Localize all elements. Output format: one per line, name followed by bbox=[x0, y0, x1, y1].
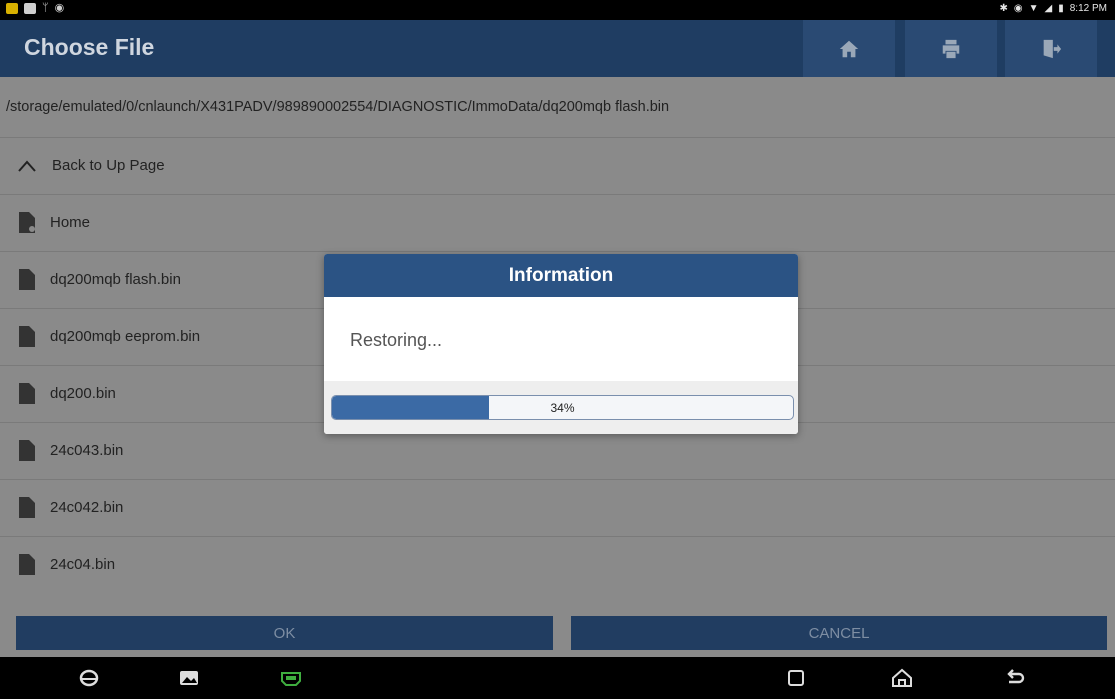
file-icon bbox=[19, 440, 36, 461]
battery-icon: ▮ bbox=[1058, 3, 1064, 14]
list-item-label: 24c042.bin bbox=[50, 499, 124, 516]
list-item-label: Home bbox=[50, 214, 91, 231]
recent-apps-icon[interactable] bbox=[784, 667, 808, 689]
information-dialog: Information Restoring... 34% bbox=[324, 254, 798, 434]
home-nav-icon[interactable] bbox=[890, 667, 914, 689]
list-item-label: dq200mqb eeprom.bin bbox=[50, 328, 201, 345]
file-icon bbox=[19, 326, 36, 347]
sync-icon: ◉ bbox=[54, 2, 65, 14]
list-item-label: dq200mqb flash.bin bbox=[50, 271, 181, 288]
list-item-label: dq200.bin bbox=[50, 385, 116, 402]
notification-icon bbox=[6, 3, 18, 14]
status-bar: ᛘ ◉ ✱ ◉ ▼ ◢ ▮ 8:12 PM bbox=[0, 0, 1115, 20]
back-label: Back to Up Page bbox=[52, 157, 165, 174]
location-icon: ◉ bbox=[1013, 3, 1023, 14]
back-nav-icon[interactable] bbox=[1003, 667, 1027, 689]
file-path-text: /storage/emulated/0/cnlaunch/X431PADV/98… bbox=[6, 99, 670, 115]
list-item-label: 24c043.bin bbox=[50, 442, 124, 459]
wifi-icon: ▼ bbox=[1028, 3, 1039, 14]
exit-icon bbox=[1043, 39, 1062, 58]
list-item-label: 24c04.bin bbox=[50, 556, 116, 573]
chevron-up-icon bbox=[17, 159, 37, 173]
system-nav-bar bbox=[0, 657, 1115, 699]
home-button[interactable] bbox=[803, 20, 895, 77]
dialog-message: Restoring... bbox=[350, 330, 443, 350]
browser-app-icon[interactable] bbox=[77, 667, 101, 689]
app-header: Choose File bbox=[0, 20, 1115, 77]
usb-icon: ᛘ bbox=[42, 2, 49, 14]
page-title: Choose File bbox=[24, 34, 155, 60]
bluetooth-icon: ✱ bbox=[999, 3, 1008, 14]
ok-button[interactable]: OK bbox=[16, 616, 553, 650]
back-to-up-page[interactable]: Back to Up Page bbox=[0, 137, 1115, 195]
list-item[interactable]: Home bbox=[0, 194, 1115, 252]
folder-icon bbox=[19, 212, 36, 233]
dialog-title: Information bbox=[324, 254, 798, 297]
cancel-button[interactable]: CANCEL bbox=[571, 616, 1107, 650]
file-icon bbox=[19, 554, 36, 575]
print-icon bbox=[942, 39, 960, 58]
list-item[interactable]: 24c04.bin bbox=[0, 536, 1115, 594]
image-notification-icon bbox=[24, 3, 36, 14]
action-bar: OK CANCEL bbox=[0, 607, 1115, 657]
list-item[interactable]: 24c042.bin bbox=[0, 479, 1115, 537]
progress-text: 34% bbox=[550, 400, 575, 415]
print-button[interactable] bbox=[905, 20, 997, 77]
diagnostic-app-icon[interactable] bbox=[279, 667, 303, 689]
file-icon bbox=[19, 497, 36, 518]
file-icon bbox=[19, 269, 36, 290]
exit-button[interactable] bbox=[1005, 20, 1097, 77]
signal-icon: ◢ bbox=[1044, 3, 1053, 14]
progress-bar: 34% bbox=[331, 395, 794, 420]
home-icon bbox=[839, 40, 859, 57]
dialog-body: Restoring... bbox=[324, 297, 798, 381]
status-time: 8:12 PM bbox=[1069, 3, 1107, 14]
file-path: /storage/emulated/0/cnlaunch/X431PADV/98… bbox=[0, 77, 1115, 137]
file-icon bbox=[19, 383, 36, 404]
gallery-app-icon[interactable] bbox=[177, 667, 201, 689]
